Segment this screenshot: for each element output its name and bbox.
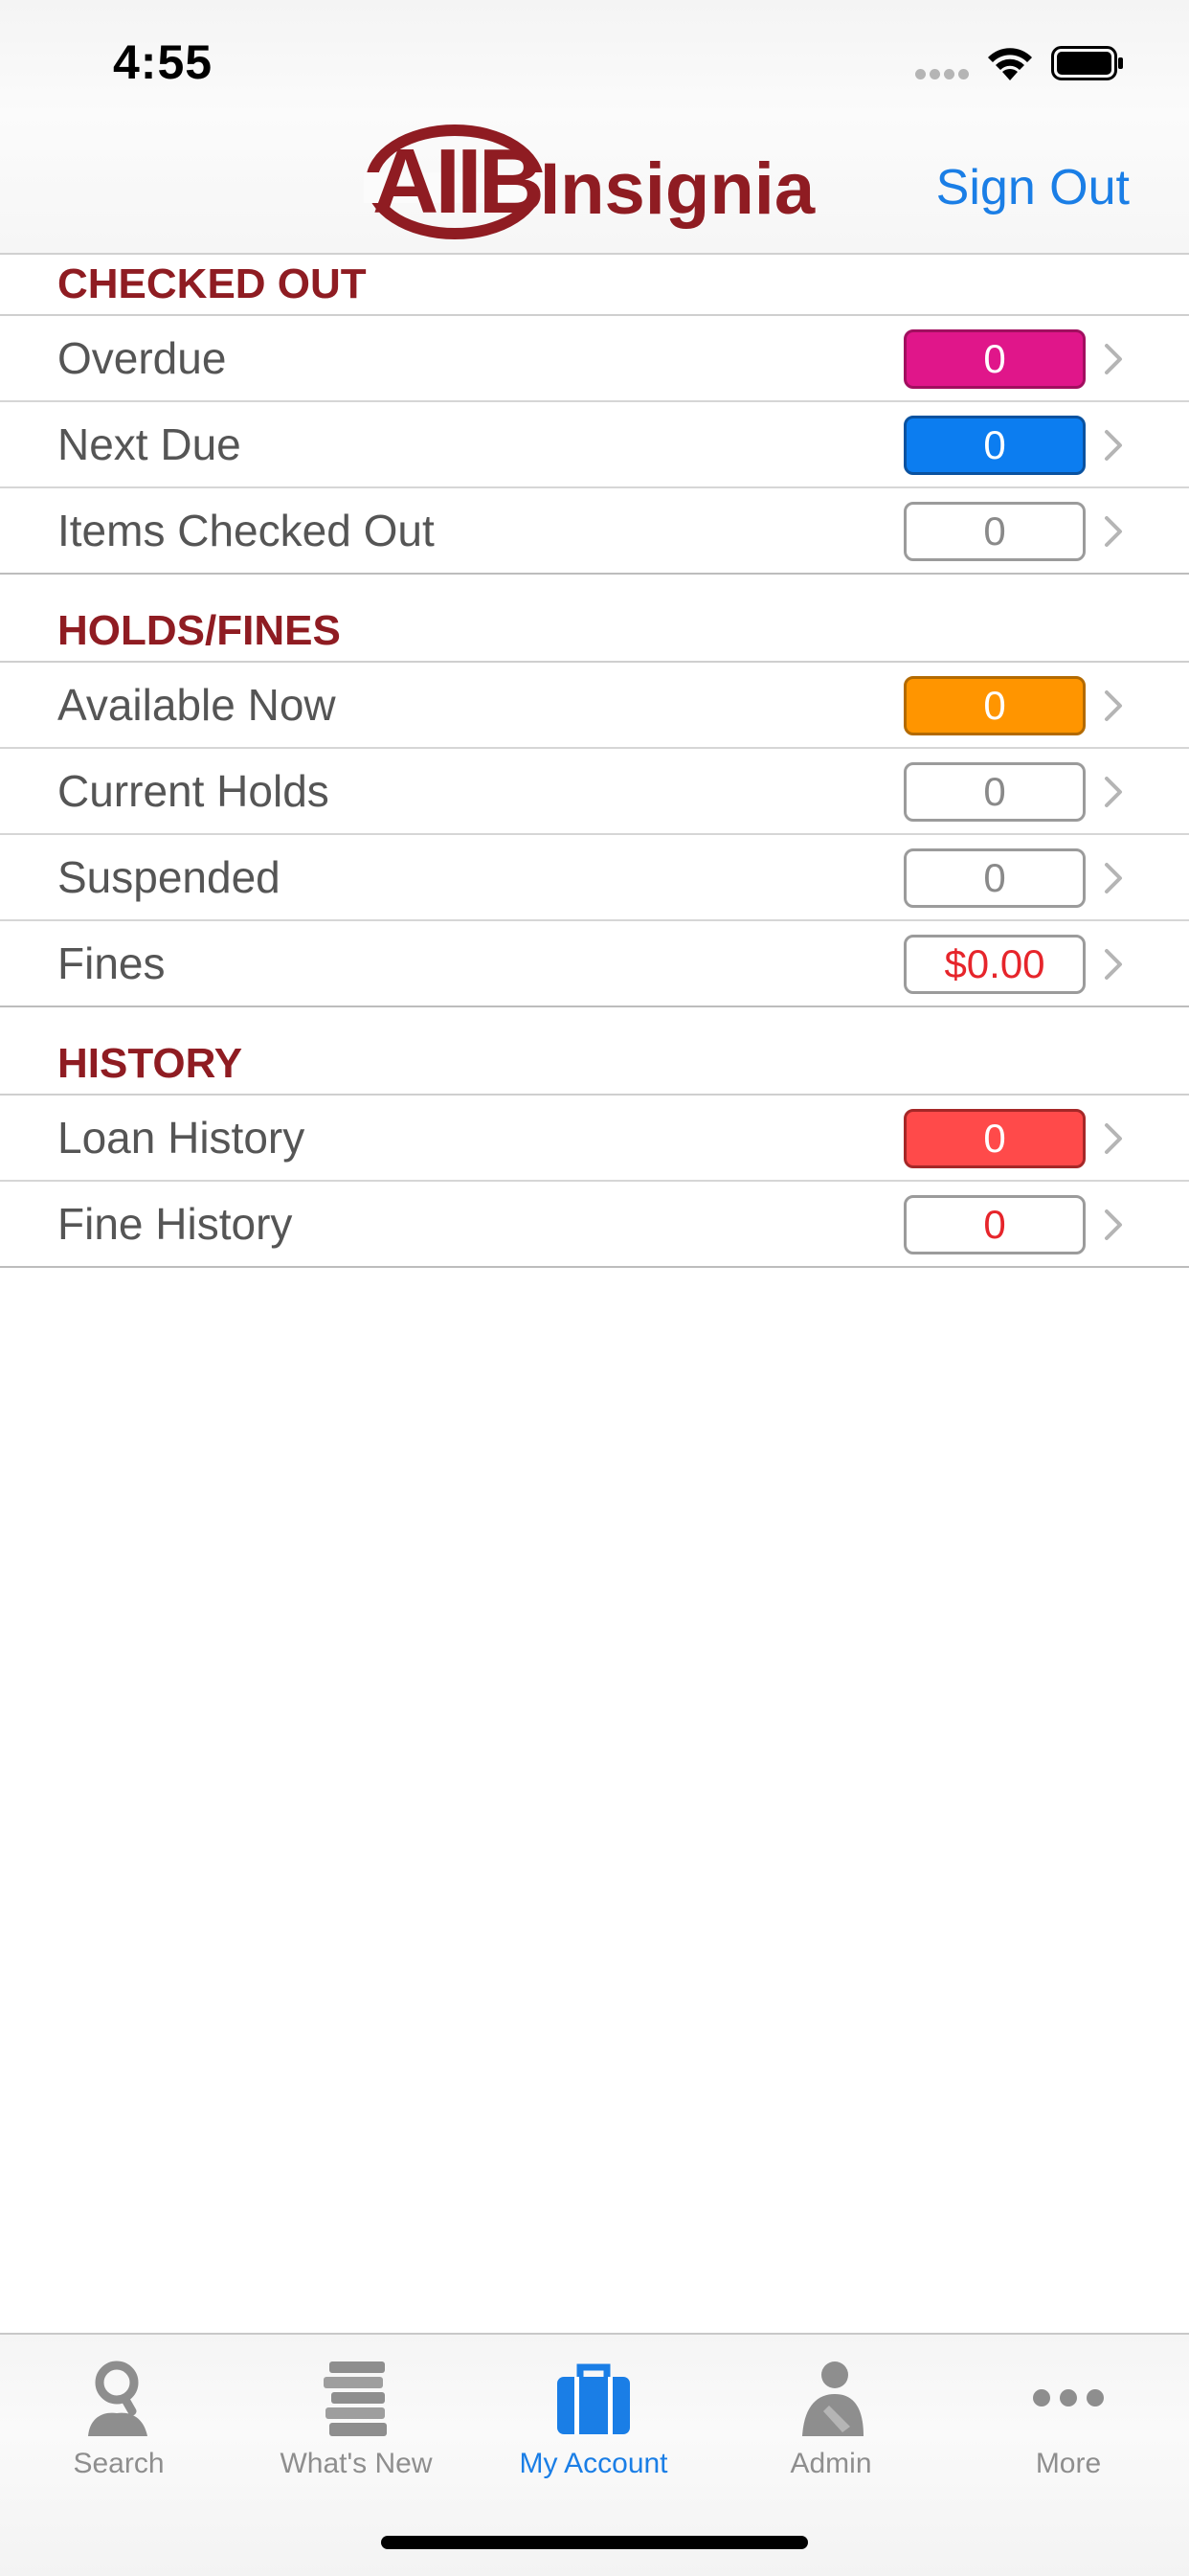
briefcase-icon [557,2363,630,2434]
more-dots-icon [1033,2389,1104,2407]
row-items-checked-out[interactable]: Items Checked Out 0 [0,488,1189,575]
tab-label: My Account [519,2448,668,2479]
count-badge: 0 [904,329,1086,389]
chevron-right-icon [1105,690,1122,721]
battery-icon [1051,46,1123,80]
row-label: Fine History [57,1199,293,1249]
tab-admin[interactable]: Admin [712,2348,950,2492]
count-badge: 0 [904,676,1086,735]
home-indicator[interactable] [381,2536,808,2549]
row-next-due[interactable]: Next Due 0 [0,402,1189,488]
amount-badge: $0.00 [904,935,1086,994]
account-summary-list: CHECKED OUT Overdue 0 Next Due 0 Items C… [0,255,1189,1268]
count-badge: 0 [904,848,1086,908]
tab-label: Search [73,2448,165,2479]
count-badge: 0 [904,1109,1086,1168]
section-header-checked-out: CHECKED OUT [0,255,1189,316]
row-overdue[interactable]: Overdue 0 [0,316,1189,402]
cellular-signal-icon [915,69,973,80]
sign-out-button[interactable]: Sign Out [936,159,1130,216]
chevron-right-icon [1105,1123,1122,1154]
row-label: Loan History [57,1113,305,1163]
status-time: 4:55 [113,35,213,89]
tab-search[interactable]: Search [0,2348,237,2492]
row-fines[interactable]: Fines $0.00 [0,921,1189,1007]
tab-label: Admin [790,2448,872,2479]
row-current-holds[interactable]: Current Holds 0 [0,749,1189,835]
row-label: Next Due [57,419,241,469]
row-label: Suspended [57,852,280,902]
tab-bar: Search What's New My Account Admin More [0,2333,1189,2576]
tab-label: What's New [280,2448,433,2479]
chevron-right-icon [1105,777,1122,807]
count-badge: 0 [904,416,1086,475]
search-person-icon [88,2361,147,2436]
chevron-right-icon [1105,949,1122,980]
chevron-right-icon [1105,516,1122,547]
chevron-right-icon [1105,344,1122,374]
section-header-holds-fines: HOLDS/FINES [0,601,1189,663]
count-badge: 0 [904,502,1086,561]
app-logo: AIIB Insignia [364,124,825,243]
row-loan-history[interactable]: Loan History 0 [0,1096,1189,1182]
row-fine-history[interactable]: Fine History 0 [0,1182,1189,1268]
chevron-right-icon [1105,430,1122,461]
tab-more[interactable]: More [950,2348,1187,2492]
chevron-right-icon [1105,863,1122,893]
logo-secondary-text: Insignia [540,148,816,230]
row-available-now[interactable]: Available Now 0 [0,663,1189,749]
chevron-right-icon [1105,1209,1122,1240]
row-label: Items Checked Out [57,506,435,555]
admin-person-icon [802,2361,864,2436]
wifi-icon [988,48,1032,80]
row-label: Current Holds [57,766,329,816]
section-header-history: HISTORY [0,1034,1189,1096]
count-badge: 0 [904,1195,1086,1254]
count-badge: 0 [904,762,1086,822]
row-label: Available Now [57,680,336,730]
tab-label: More [1035,2448,1102,2479]
row-suspended[interactable]: Suspended 0 [0,835,1189,921]
navigation-bar: 4:55 AIIB Insignia Sign Out [0,0,1189,255]
books-stack-icon [324,2361,387,2436]
row-label: Overdue [57,333,227,383]
tab-whats-new[interactable]: What's New [237,2348,475,2492]
row-label: Fines [57,938,166,988]
logo-primary-text: AIIB [372,130,545,233]
tab-my-account[interactable]: My Account [475,2348,712,2492]
